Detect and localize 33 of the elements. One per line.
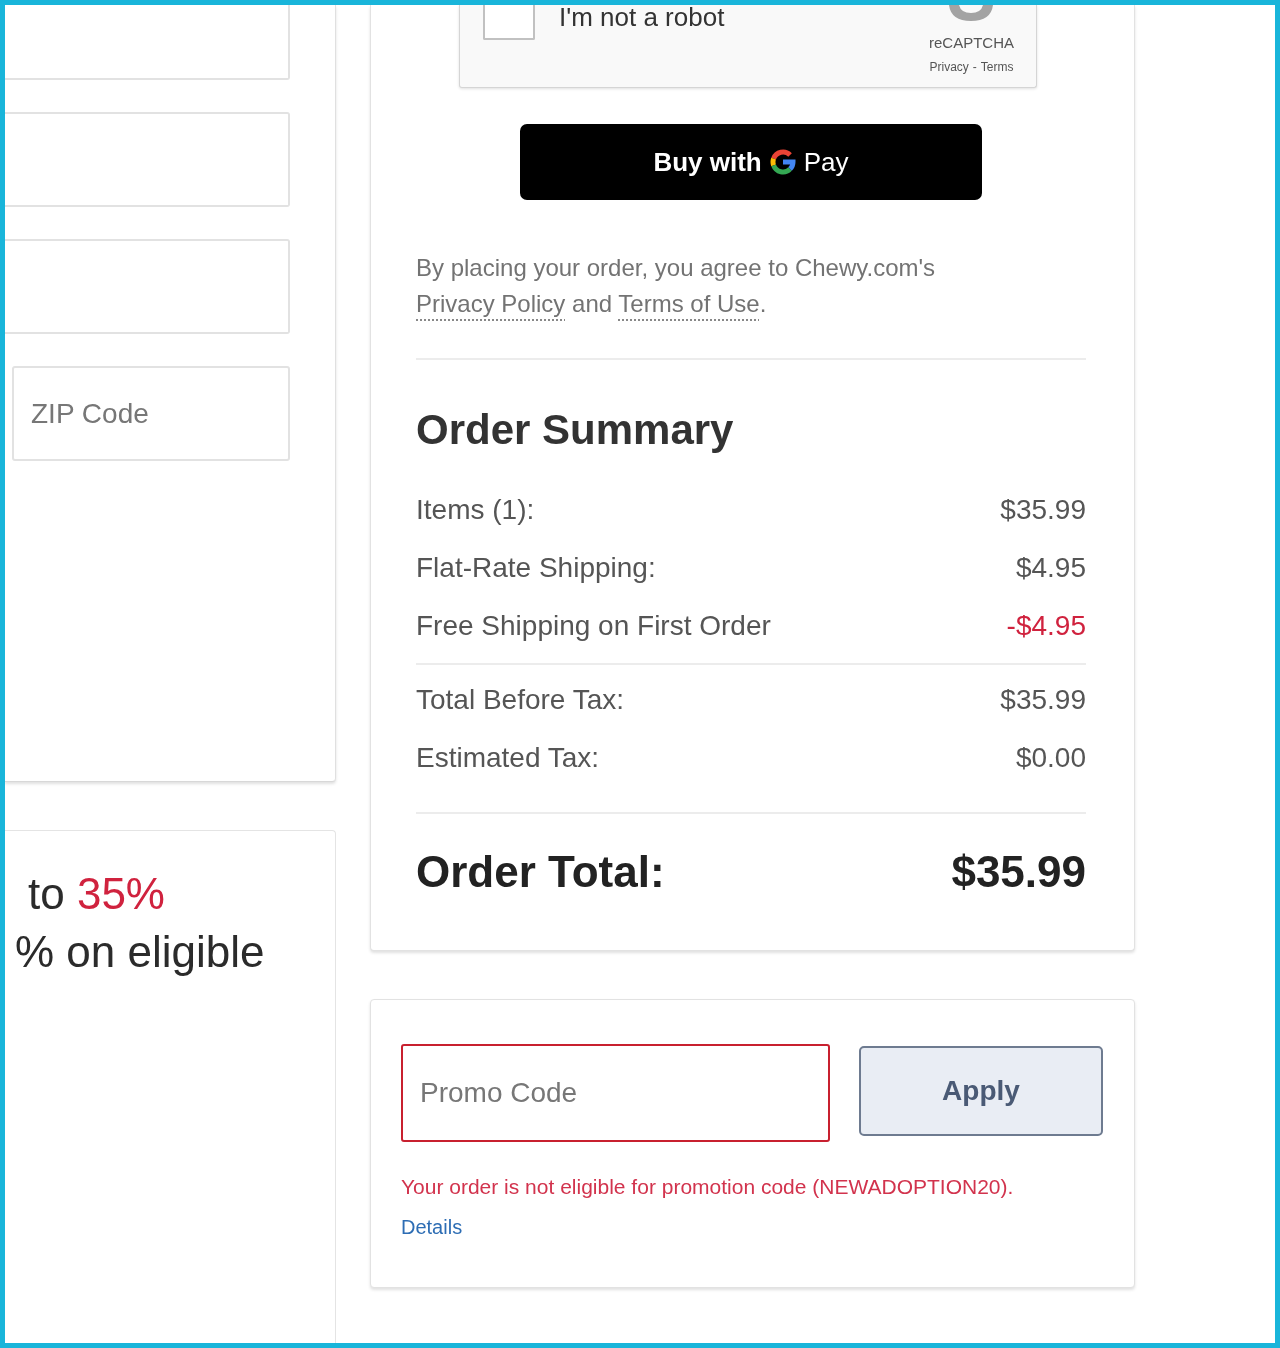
- input-field[interactable]: [5, 112, 290, 207]
- summary-label: Estimated Tax:: [416, 741, 600, 775]
- details-link[interactable]: Details: [401, 1213, 463, 1241]
- checkbox[interactable]: [483, 5, 535, 40]
- buy-button[interactable]: Buy with Pay: [520, 124, 982, 200]
- captcha-link[interactable]: Privacy: [929, 59, 969, 75]
- summary-amount: $35.99: [1000, 493, 1086, 527]
- summary-label: Flat-Rate Shipping:: [416, 551, 656, 585]
- order-total-amount: $35.99: [951, 846, 1086, 898]
- captcha-label: I'm not a robot: [559, 5, 725, 29]
- captcha-brand: reCAPTCHA: [929, 34, 1014, 52]
- summary-label: Free Shipping on First Order: [416, 609, 771, 643]
- promo-error-message: Your order is not eligible for promotion code (NEWADOPTION20).: [401, 1174, 1015, 1200]
- agreement-link[interactable]: Privacy Policy: [416, 290, 566, 317]
- agreement-link[interactable]: Terms of Use: [618, 290, 760, 317]
- order-total-label: Order Total:: [416, 846, 665, 898]
- summary-amount: $35.99: [1000, 683, 1086, 717]
- summary-amount: $4.95: [1015, 551, 1086, 585]
- summary-amount: $0.00: [1015, 741, 1086, 775]
- offer-text: to 35% % on eligible: [14, 868, 265, 978]
- summary-label: Total Before Tax:: [416, 683, 625, 717]
- promo-code-field[interactable]: Promo Code: [401, 1044, 830, 1142]
- agreement-text: By placing your order, you agree to Chewy.com's Privacy Policy and Terms of Use.: [416, 253, 937, 319]
- captcha-link[interactable]: Terms: [980, 59, 1014, 75]
- summary-label: Items (1):: [416, 493, 535, 527]
- link-separator: -: [972, 59, 977, 75]
- g-logo-icon: [769, 149, 796, 175]
- order-summary-title: Order Summary: [416, 405, 735, 455]
- input-field[interactable]: [5, 5, 290, 80]
- apply-button[interactable]: Apply: [859, 1046, 1103, 1136]
- input-field[interactable]: [5, 239, 290, 334]
- summary-amount: -$4.95: [1006, 609, 1086, 643]
- input-field[interactable]: ZIP Code: [12, 366, 290, 461]
